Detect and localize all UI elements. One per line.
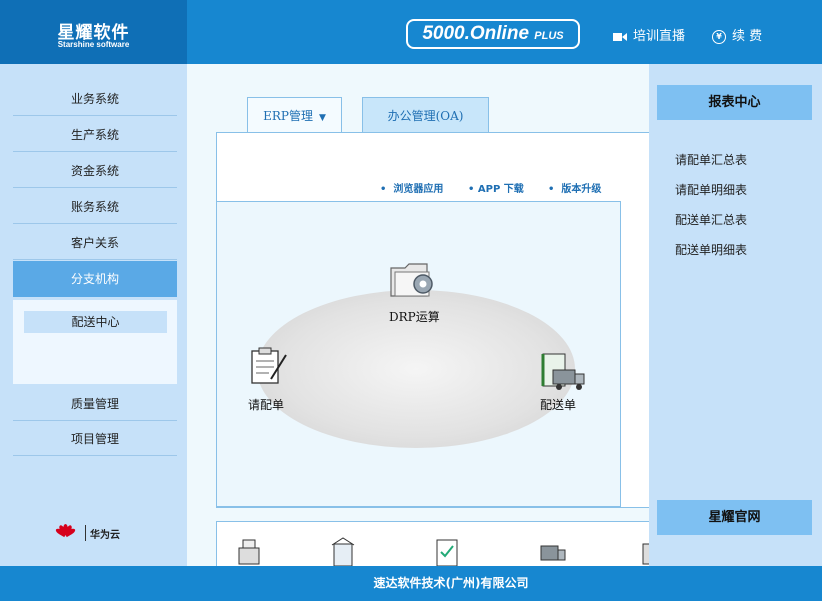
left-sidebar: 业务系统 生产系统 资金系统 账务系统 客户关系 分支机构 配送中心 质量管理 …	[0, 64, 187, 566]
folder-gear-icon	[390, 263, 433, 297]
report-link-delivery-detail[interactable]: 配送单明细表	[675, 241, 747, 258]
requisition-node-label: 请配单	[248, 398, 285, 412]
quick-link-browser[interactable]: • 浏览器应用	[380, 180, 443, 195]
camera-icon	[613, 32, 627, 42]
delivery-node-label: 配送单	[540, 398, 577, 412]
top-header: 星耀软件 Starshine software 5000.Online PLUS…	[0, 0, 822, 64]
requisition-node[interactable]	[247, 347, 289, 392]
workflow-diagram: DRP运算 请配单 配送单	[216, 201, 621, 507]
report-link-requisition-detail[interactable]: 请配单明细表	[675, 181, 747, 198]
cash-register-icon[interactable]	[235, 536, 263, 566]
huawei-logo-icon	[54, 524, 77, 542]
main-panel: ERP管理 ▼ 办公管理(OA) • 浏览器应用 • APP 下载 • 版本升级 …	[187, 64, 649, 566]
chevron-down-icon: ▼	[318, 113, 326, 123]
report-link-requisition-summary[interactable]: 请配单汇总表	[675, 151, 747, 168]
logo-subtitle: Starshine software	[57, 40, 130, 49]
sidebar-item-projects[interactable]: 项目管理	[13, 422, 177, 456]
version-plus: PLUS	[534, 30, 564, 42]
official-site-button[interactable]: 星耀官网	[657, 500, 812, 535]
quick-link-upgrade-label: 版本升级	[561, 184, 602, 195]
quick-link-app-label: APP 下载	[477, 184, 524, 195]
tab-erp-label: ERP管理	[263, 109, 313, 123]
submenu-item-distribution-center[interactable]: 配送中心	[24, 311, 167, 333]
right-sidebar: 报表中心 请配单汇总表 请配单明细表 配送单汇总表 配送单明细表 星耀官网	[649, 64, 822, 566]
branches-submenu: 配送中心	[13, 300, 177, 384]
sidebar-item-business[interactable]: 业务系统	[13, 82, 177, 116]
drp-node-label: DRP运算	[389, 310, 440, 324]
sidebar-item-quality[interactable]: 质量管理	[13, 387, 177, 421]
training-label: 培训直播	[633, 29, 686, 44]
footer-bar: 速达软件技术(广州)有限公司	[0, 566, 822, 601]
version-text: 5000.Online	[422, 23, 530, 44]
shortcut-strip	[216, 521, 649, 566]
tab-erp[interactable]: ERP管理 ▼	[247, 97, 342, 134]
sidebar-item-accounting[interactable]: 账务系统	[13, 190, 177, 224]
huawei-cloud-badge[interactable]: 华为云	[54, 524, 120, 542]
sidebar-item-customers[interactable]: 客户关系	[13, 226, 177, 260]
building-icon[interactable]	[329, 536, 357, 566]
huawei-cloud-label: 华为云	[90, 529, 120, 541]
renew-label: 续 费	[732, 29, 763, 44]
tab-oa[interactable]: 办公管理(OA)	[362, 97, 489, 133]
quick-link-app[interactable]: • APP 下载	[468, 180, 524, 195]
renew-link[interactable]: ¥ 续 费	[712, 28, 762, 46]
version-badge: 5000.Online PLUS	[406, 19, 580, 49]
quick-link-browser-label: 浏览器应用	[393, 184, 444, 195]
brand-logo[interactable]: 星耀软件 Starshine software	[0, 0, 187, 64]
sidebar-item-branches[interactable]: 分支机构	[13, 261, 177, 297]
clipboard-icon	[251, 347, 287, 384]
drp-node[interactable]	[387, 260, 443, 303]
footer-company-name: 速达软件技术(广州)有限公司	[373, 576, 529, 590]
truck-document-icon	[541, 353, 585, 390]
document-icon[interactable]	[641, 536, 649, 566]
delivery-truck-icon[interactable]	[539, 536, 567, 566]
report-center-title[interactable]: 报表中心	[657, 85, 812, 120]
sidebar-item-finance[interactable]: 资金系统	[13, 154, 177, 188]
quick-link-upgrade[interactable]: • 版本升级	[548, 180, 601, 195]
training-live-link[interactable]: 培训直播	[613, 28, 685, 46]
delivery-node[interactable]	[539, 352, 587, 397]
sidebar-item-production[interactable]: 生产系统	[13, 118, 177, 152]
report-link-delivery-summary[interactable]: 配送单汇总表	[675, 211, 747, 228]
checklist-icon[interactable]	[433, 536, 461, 566]
renew-icon: ¥	[712, 30, 726, 44]
divider	[85, 525, 86, 541]
